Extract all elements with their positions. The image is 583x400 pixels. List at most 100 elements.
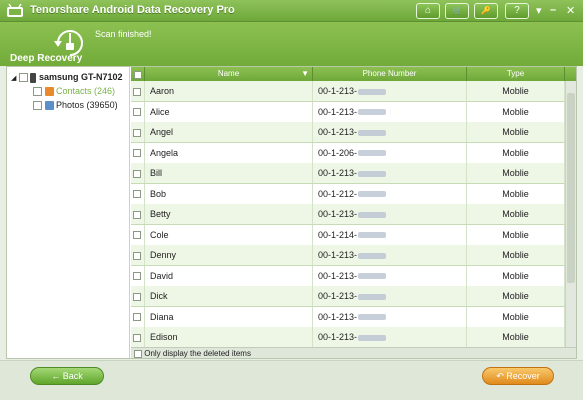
row-checkbox[interactable] [133,128,141,137]
table-row[interactable]: Denny 00-1-213- Moblie [131,245,565,266]
table-header: Name ▼ Phone Number Type [131,67,576,81]
row-type: Moblie [467,306,565,327]
select-all-checkbox[interactable] [133,70,142,79]
table-row[interactable]: Diana 00-1-213- Moblie [131,306,565,328]
deleted-only-checkbox[interactable] [134,349,142,358]
help-button[interactable]: ? [505,3,529,19]
photos-checkbox[interactable] [33,101,42,111]
row-checkbox[interactable] [133,272,141,281]
redacted-digits [358,129,387,136]
row-checkbox-cell [131,163,145,183]
row-phone: 00-1-213- [313,122,467,142]
row-checkbox-cell [131,224,145,245]
row-name: Edison [145,327,313,347]
row-phone: 00-1-213- [313,101,467,122]
close-icon[interactable]: ✕ [566,4,575,17]
collapse-arrow-icon[interactable]: ◢ [11,75,16,82]
row-type: Moblie [467,183,565,204]
back-label: Back [62,371,83,381]
row-checkbox[interactable] [133,231,141,240]
row-checkbox[interactable] [133,210,141,219]
table-row[interactable]: Alice 00-1-213- Moblie [131,101,565,123]
register-button[interactable]: 🔑 [474,3,498,19]
redacted-digits [358,273,387,280]
row-name: Angel [145,122,313,142]
row-phone: 00-1-213- [313,327,467,347]
row-name: Alice [145,101,313,122]
scan-status-text: Scan finished! [95,29,152,39]
row-phone: 00-1-213- [313,245,467,265]
table-row[interactable]: Dick 00-1-213- Moblie [131,286,565,307]
file-tree: ◢ samsung GT-N7102 Contacts (246) Photos… [7,67,130,358]
row-checkbox-cell [131,142,145,163]
tree-item-photos[interactable]: Photos (39650) [33,98,118,112]
row-checkbox[interactable] [133,333,141,342]
row-phone: 00-1-213- [313,265,467,286]
minimize-icon[interactable]: – [550,4,556,16]
row-phone-prefix: 00-1-212- [318,188,358,199]
row-phone: 00-1-212- [313,183,467,204]
redacted-digits [358,170,387,177]
row-phone-prefix: 00-1-206- [318,147,358,158]
row-phone-prefix: 00-1-213- [318,332,358,342]
row-phone: 00-1-213- [313,81,467,101]
row-checkbox[interactable] [133,169,141,178]
tree-device-node[interactable]: ◢ samsung GT-N7102 [11,70,122,84]
row-name: Denny [145,245,313,265]
device-name: samsung GT-N7102 [38,72,123,82]
table-row[interactable]: Edison 00-1-213- Moblie [131,327,565,347]
scrollbar-thumb[interactable] [567,93,575,283]
device-checkbox[interactable] [18,73,28,83]
row-type: Moblie [467,142,565,163]
table-row[interactable]: Angel 00-1-213- Moblie [131,122,565,143]
row-type: Moblie [467,163,565,183]
table-footer: Only display the deleted items [131,347,576,358]
row-phone-prefix: 00-1-213- [318,127,358,137]
row-phone: 00-1-213- [313,163,467,183]
title-bar: Tenorshare Android Data Recovery Pro ⌂ 🛒… [0,0,583,22]
recover-label: Recover [506,371,540,381]
contacts-checkbox[interactable] [33,87,42,97]
menu-dropdown-icon[interactable]: ▾ [536,4,542,17]
table-row[interactable]: Cole 00-1-214- Moblie [131,224,565,246]
table-scrollbar[interactable] [565,81,576,347]
row-phone-prefix: 00-1-213- [318,106,358,117]
recover-button[interactable]: ↶ Recover [482,367,554,385]
row-checkbox[interactable] [133,149,141,158]
row-type: Moblie [467,101,565,122]
tree-item-contacts[interactable]: Contacts (246) [33,84,115,98]
column-header-name[interactable]: Name ▼ [145,67,313,81]
row-checkbox[interactable] [133,87,141,96]
row-phone: 00-1-213- [313,286,467,306]
table-row[interactable]: Betty 00-1-213- Moblie [131,204,565,225]
row-checkbox[interactable] [133,190,141,199]
row-phone: 00-1-213- [313,306,467,327]
table-row[interactable]: Angela 00-1-206- Moblie [131,142,565,164]
home-button[interactable]: ⌂ [416,3,440,19]
row-checkbox[interactable] [133,108,141,117]
row-phone: 00-1-214- [313,224,467,245]
row-name: Bob [145,183,313,204]
row-name: Dick [145,286,313,306]
row-name: Diana [145,306,313,327]
header-select-all[interactable] [131,67,145,81]
table-row[interactable]: Bob 00-1-212- Moblie [131,183,565,205]
column-header-type[interactable]: Type [467,67,565,81]
redacted-digits [358,334,387,341]
redacted-digits [358,211,387,218]
sort-arrow-icon[interactable]: ▼ [301,67,309,81]
row-checkbox[interactable] [133,251,141,260]
row-checkbox[interactable] [133,292,141,301]
column-header-phone[interactable]: Phone Number [313,67,467,81]
table-row[interactable]: Bill 00-1-213- Moblie [131,163,565,184]
store-button[interactable]: 🛒 [445,3,469,19]
row-type: Moblie [467,265,565,286]
table-row[interactable]: Aaron 00-1-213- Moblie [131,81,565,102]
row-checkbox-cell [131,122,145,142]
row-checkbox-cell [131,101,145,122]
row-name: Betty [145,204,313,224]
row-checkbox-cell [131,204,145,224]
row-checkbox[interactable] [133,313,141,322]
table-row[interactable]: David 00-1-213- Moblie [131,265,565,287]
back-button[interactable]: ← Back [30,367,104,385]
